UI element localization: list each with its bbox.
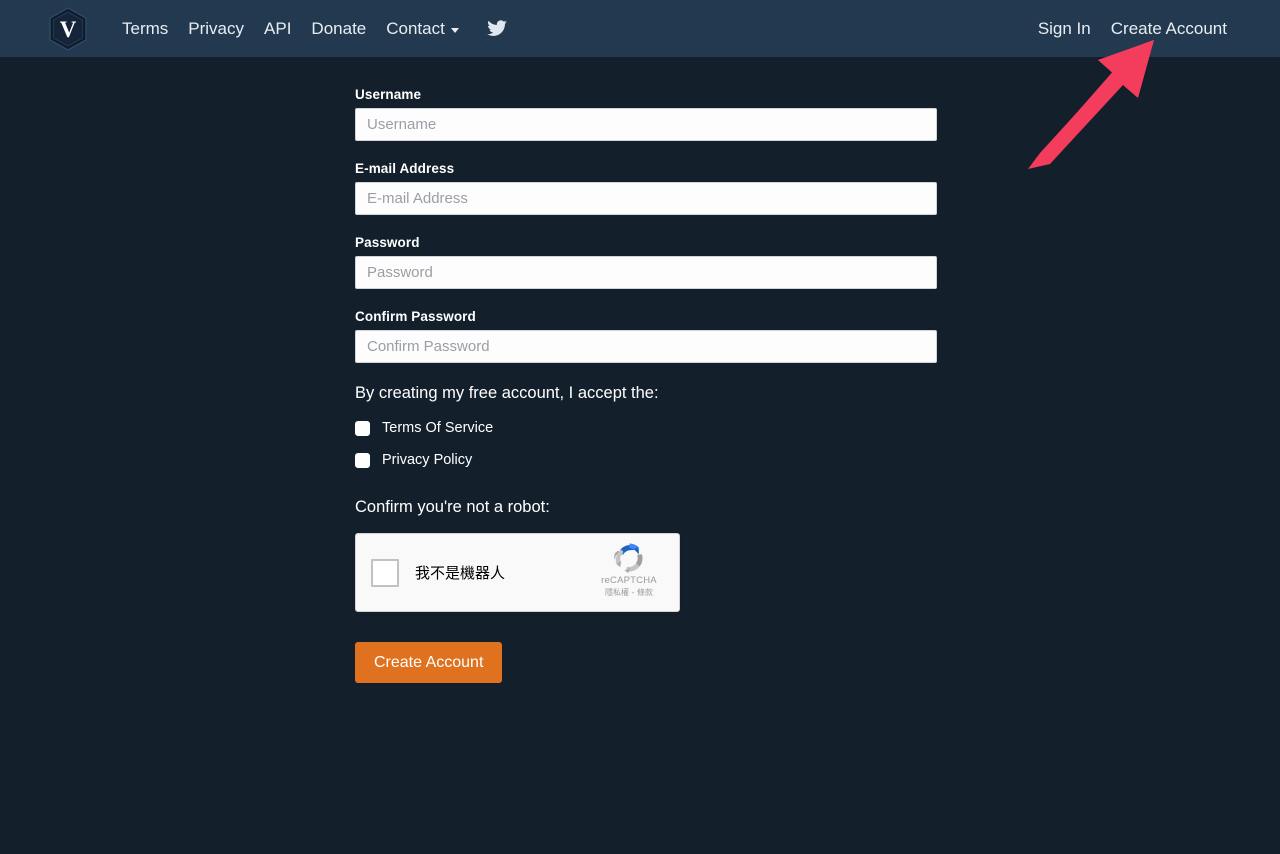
username-input[interactable] — [355, 108, 937, 141]
nav-link-api[interactable]: API — [254, 15, 301, 43]
nav-link-terms[interactable]: Terms — [112, 15, 178, 43]
nav-link-privacy[interactable]: Privacy — [178, 15, 254, 43]
recaptcha-brand-name: reCAPTCHA — [601, 575, 657, 586]
password-input[interactable] — [355, 256, 937, 289]
hexagon-v-logo-svg: V — [49, 6, 87, 51]
email-input[interactable] — [355, 182, 937, 215]
svg-text:V: V — [60, 17, 77, 42]
label-username: Username — [355, 87, 422, 102]
recaptcha-branding: reCAPTCHA 隱私權 - 條款 — [590, 542, 668, 598]
checkbox-row-privacy-policy[interactable]: Privacy Policy — [355, 451, 937, 469]
signup-page-body: Username E-mail Address Password Confirm… — [0, 57, 1280, 683]
nav-links-left: Terms Privacy API Donate Contact — [112, 15, 513, 43]
recaptcha-legal-links[interactable]: 隱私權 - 條款 — [590, 587, 668, 598]
field-confirm-password: Confirm Password — [355, 309, 937, 363]
nav-links-right: Sign In Create Account — [1032, 15, 1233, 43]
recaptcha-checkbox[interactable] — [371, 558, 399, 587]
create-account-submit-button[interactable]: Create Account — [355, 642, 503, 683]
chevron-down-icon — [450, 27, 459, 33]
nav-link-donate[interactable]: Donate — [301, 15, 376, 43]
recaptcha-logo-icon — [613, 543, 642, 573]
nav-dropdown-contact[interactable]: Contact — [376, 15, 469, 43]
nav-link-create-account[interactable]: Create Account — [1105, 15, 1233, 43]
hexagon-v-logo[interactable]: V — [48, 6, 88, 51]
confirm-password-input[interactable] — [355, 330, 937, 363]
top-navbar: V Terms Privacy API Donate Contact Sign … — [0, 0, 1280, 57]
create-account-form: Username E-mail Address Password Confirm… — [355, 57, 937, 683]
label-confirm-password: Confirm Password — [355, 309, 476, 324]
nav-dropdown-contact-label: Contact — [386, 18, 445, 38]
recaptcha-checkbox-label: 我不是機器人 — [415, 563, 506, 582]
checkbox-row-terms-of-service[interactable]: Terms Of Service — [355, 419, 937, 437]
field-email: E-mail Address — [355, 161, 937, 215]
terms-of-service-checkbox[interactable] — [355, 420, 370, 436]
label-password: Password — [355, 235, 420, 250]
privacy-policy-label: Privacy Policy — [382, 452, 473, 468]
recaptcha-widget[interactable]: 我不是機器人 reCAPTCHA 隱私權 - 條款 — [355, 533, 680, 612]
twitter-bird-icon — [487, 19, 507, 36]
field-username: Username — [355, 87, 937, 141]
terms-of-service-label: Terms Of Service — [382, 420, 494, 436]
privacy-policy-checkbox[interactable] — [355, 452, 370, 468]
label-email: E-mail Address — [355, 161, 455, 176]
field-password: Password — [355, 235, 937, 289]
accept-terms-heading: By creating my free account, I accept th… — [355, 384, 659, 402]
twitter-icon[interactable] — [481, 16, 513, 42]
confirm-robot-heading: Confirm you're not a robot: — [355, 498, 550, 516]
nav-link-sign-in[interactable]: Sign In — [1032, 15, 1097, 43]
